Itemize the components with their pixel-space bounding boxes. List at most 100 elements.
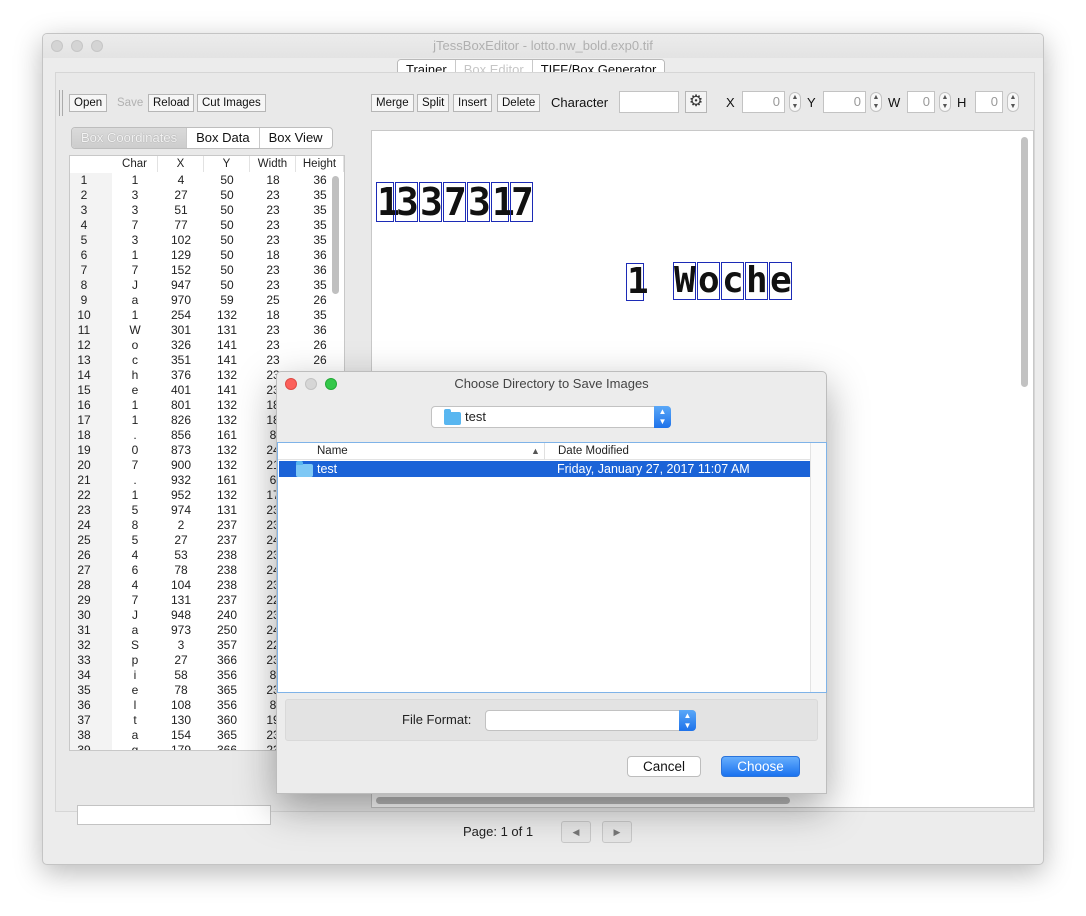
table-row[interactable]: 7 7 152 50 23 36 <box>70 263 344 278</box>
table-cell: 132 <box>216 413 238 427</box>
table-cell: 873 <box>170 443 192 457</box>
table-row[interactable]: 3 3 51 50 23 35 <box>70 203 344 218</box>
insert-button[interactable]: Insert <box>453 94 492 112</box>
tab-box-data[interactable]: Box Data <box>187 128 260 148</box>
column-header-height[interactable]: Height <box>296 156 344 172</box>
reload-button[interactable]: Reload <box>148 94 195 112</box>
w-spinner[interactable]: ▲ ▼ <box>939 92 951 112</box>
y-label: Y <box>807 95 816 110</box>
y-field[interactable]: 0 <box>823 91 866 113</box>
table-cell: a <box>131 623 139 637</box>
x-field[interactable]: 0 <box>742 91 785 113</box>
glyph-box[interactable]: 1 <box>626 263 649 301</box>
table-row[interactable]: 8 J 947 50 23 35 <box>70 278 344 293</box>
cut-images-button[interactable]: Cut Images <box>197 94 266 112</box>
table-row[interactable]: 10 1 254 132 18 35 <box>70 308 344 323</box>
x-spinner[interactable]: ▲ ▼ <box>789 92 801 112</box>
character-field[interactable] <box>619 91 679 113</box>
table-cell: 35 <box>313 278 327 292</box>
column-header-y[interactable]: Y <box>204 156 250 172</box>
table-row[interactable]: 2 3 27 50 23 35 <box>70 188 344 203</box>
glyph-box[interactable]: 1 <box>491 182 515 222</box>
image-horizontal-scrollbar[interactable] <box>376 797 790 804</box>
gear-icon[interactable]: ⚙ <box>685 91 707 113</box>
column-header-x[interactable]: X <box>158 156 204 172</box>
row-number: 31 <box>70 623 112 638</box>
table-row[interactable]: 9 a 970 59 25 26 <box>70 293 344 308</box>
file-browser[interactable]: Name ▲ Date Modified test Friday, Januar… <box>277 442 827 693</box>
table-cell: 35 <box>313 308 327 322</box>
w-field[interactable]: 0 <box>907 91 935 113</box>
row-number: 4 <box>70 218 112 233</box>
table-row[interactable]: 11 W 301 131 23 36 <box>70 323 344 338</box>
glyph-box[interactable]: W <box>673 262 696 300</box>
table-row[interactable]: 12 o 326 141 23 26 <box>70 338 344 353</box>
table-row[interactable]: 6 1 129 50 18 36 <box>70 248 344 263</box>
save-button[interactable]: Save <box>112 94 148 112</box>
glyph-box[interactable]: c <box>721 262 744 300</box>
table-cell: 366 <box>216 653 238 667</box>
glyph-box[interactable]: 3 <box>467 182 491 222</box>
dialog-zoom-button[interactable] <box>325 378 337 390</box>
glyph-box[interactable]: 1 <box>376 182 400 222</box>
choose-button[interactable]: Choose <box>721 756 800 777</box>
glyph-box[interactable]: 7 <box>510 182 534 222</box>
table-row[interactable]: 13 c 351 141 23 26 <box>70 353 344 368</box>
y-spinner[interactable]: ▲ ▼ <box>870 92 882 112</box>
zoom-window-button[interactable] <box>91 40 103 52</box>
tab-box-coordinates[interactable]: Box Coordinates <box>72 128 188 148</box>
table-cell: 130 <box>170 713 192 727</box>
toolbar-grip[interactable] <box>59 90 63 116</box>
file-row[interactable]: test Friday, January 27, 2017 11:07 AM <box>279 461 810 477</box>
table-cell: 58 <box>174 668 188 682</box>
next-page-icon[interactable]: ▶ <box>602 821 632 843</box>
glyph-box[interactable]: h <box>745 262 768 300</box>
toolbar: Open Save Reload Cut Images Merge Split … <box>56 88 1034 118</box>
table-cell: 50 <box>220 188 234 202</box>
cancel-button[interactable]: Cancel <box>627 756 701 777</box>
directory-popup[interactable]: test ▲ ▼ <box>431 406 671 428</box>
minimize-window-button[interactable] <box>71 40 83 52</box>
prev-page-icon[interactable]: ◀ <box>561 821 591 843</box>
column-header-char[interactable]: Char <box>112 156 158 172</box>
table-cell: 131 <box>216 323 238 337</box>
column-name[interactable]: Name <box>317 443 348 460</box>
table-cell: 238 <box>216 548 238 562</box>
table-cell: 3 <box>131 233 139 247</box>
table-cell: t <box>133 713 137 727</box>
dialog-minimize-button[interactable] <box>305 378 317 390</box>
delete-button[interactable]: Delete <box>497 94 541 112</box>
dialog-close-button[interactable] <box>285 378 297 390</box>
table-cell: 237 <box>216 518 238 532</box>
file-format-popup[interactable]: ▲ ▼ <box>485 710 696 731</box>
table-cell: 376 <box>170 368 192 382</box>
table-row[interactable]: 1 1 4 50 18 36 <box>70 173 344 188</box>
glyph-box[interactable]: e <box>769 262 792 300</box>
glyph-box[interactable]: o <box>697 262 720 300</box>
h-field[interactable]: 0 <box>975 91 1003 113</box>
table-header: Char X Y Width Height <box>112 156 344 172</box>
split-button[interactable]: Split <box>417 94 450 112</box>
folder-icon <box>444 409 461 425</box>
table-row[interactable]: 4 7 77 50 23 35 <box>70 218 344 233</box>
close-window-button[interactable] <box>51 40 63 52</box>
image-vertical-scrollbar[interactable] <box>1021 137 1028 387</box>
column-date-modified[interactable]: Date Modified <box>558 443 629 460</box>
pager: Page: 1 of 1 ◀ ▶ <box>43 817 1043 847</box>
h-spinner[interactable]: ▲ ▼ <box>1007 92 1019 112</box>
tab-box-view[interactable]: Box View <box>260 128 332 148</box>
merge-button[interactable]: Merge <box>371 94 414 112</box>
table-row[interactable]: 5 3 102 50 23 35 <box>70 233 344 248</box>
table-cell: 947 <box>170 278 192 292</box>
table-cell: 7 <box>131 218 139 232</box>
file-date: Friday, January 27, 2017 11:07 AM <box>557 462 750 476</box>
table-cell: 301 <box>170 323 192 337</box>
table-cell: 6 <box>131 563 139 577</box>
glyph-box[interactable]: 3 <box>395 182 419 222</box>
file-browser-scrollbar[interactable] <box>810 443 826 692</box>
glyph-box[interactable]: 7 <box>443 182 467 222</box>
row-number: 10 <box>70 308 112 323</box>
glyph-box[interactable]: 3 <box>419 182 443 222</box>
open-button[interactable]: Open <box>69 94 108 112</box>
column-header-width[interactable]: Width <box>250 156 296 172</box>
